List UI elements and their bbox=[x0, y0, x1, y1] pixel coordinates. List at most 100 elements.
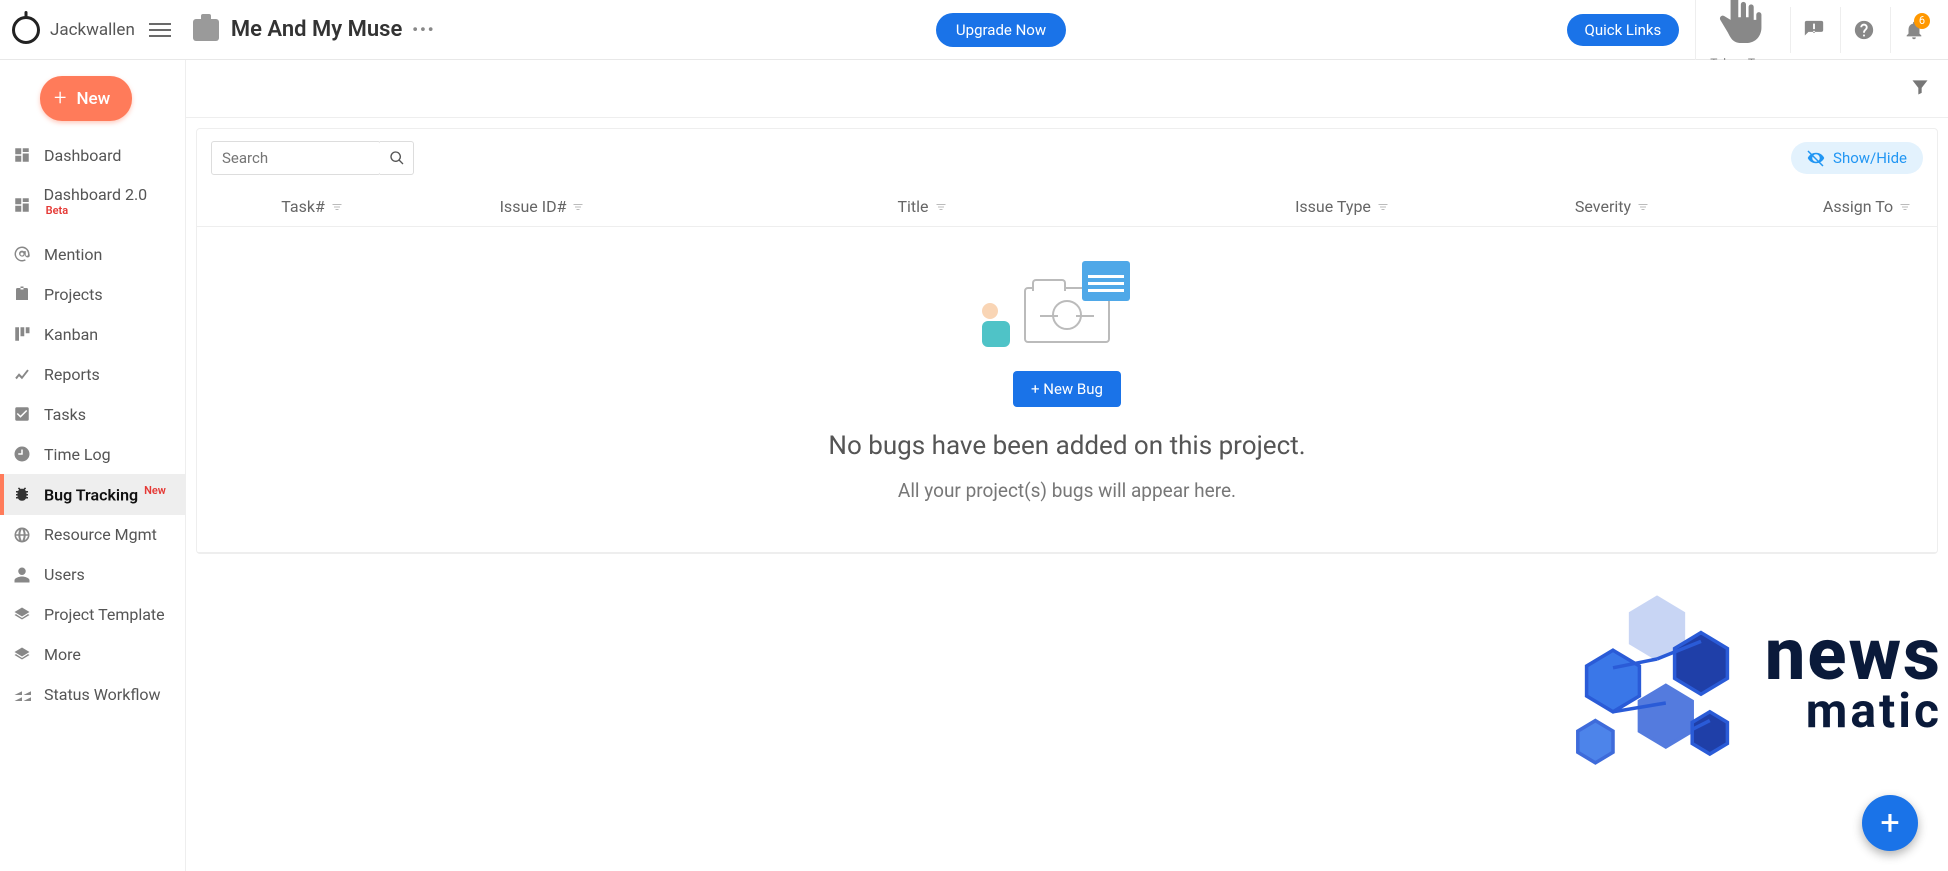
briefcase-icon bbox=[193, 19, 219, 41]
sidebar-item-kanban[interactable]: Kanban bbox=[0, 314, 185, 354]
empty-title: No bugs have been added on this project. bbox=[197, 431, 1937, 461]
kanban-icon bbox=[12, 324, 32, 344]
hex-network-icon bbox=[1569, 587, 1745, 775]
sidebar-item-more[interactable]: More bbox=[0, 635, 185, 675]
hand-pointer-icon bbox=[1710, 0, 1772, 56]
projects-icon bbox=[12, 284, 32, 304]
sidebar-item-timelog[interactable]: Time Log bbox=[0, 434, 185, 474]
sidebar-item-resource[interactable]: Resource Mgmt bbox=[0, 515, 185, 555]
sort-icon bbox=[1899, 201, 1911, 213]
sidebar-item-dashboard2[interactable]: Dashboard 2.0 Beta bbox=[0, 175, 185, 234]
fab-add-button[interactable]: + bbox=[1862, 795, 1918, 851]
sidebar-item-label: Projects bbox=[44, 285, 103, 304]
column-assignto[interactable]: Assign To bbox=[1727, 197, 1948, 216]
sidebar-item-label: Kanban bbox=[44, 325, 98, 344]
empty-illustration bbox=[1024, 287, 1110, 343]
notification-badge: 6 bbox=[1914, 13, 1930, 29]
column-title[interactable]: Title bbox=[657, 197, 1187, 216]
search-icon bbox=[389, 150, 405, 166]
sidebar-item-label: Project Template bbox=[44, 605, 165, 624]
sidebar-item-bugtracking[interactable]: Bug Tracking New bbox=[0, 474, 185, 514]
filter-icon[interactable] bbox=[1904, 71, 1936, 107]
sidebar-item-template[interactable]: Project Template bbox=[0, 595, 185, 635]
app-logo-icon bbox=[12, 16, 40, 44]
show-hide-button[interactable]: Show/Hide bbox=[1791, 142, 1923, 174]
sidebar-item-label: Mention bbox=[44, 245, 102, 264]
column-task[interactable]: Task# bbox=[197, 197, 427, 216]
bug-icon bbox=[12, 484, 32, 504]
column-issuetype[interactable]: Issue Type bbox=[1187, 197, 1497, 216]
show-hide-label: Show/Hide bbox=[1833, 149, 1907, 167]
project-title: Me And My Muse bbox=[231, 17, 402, 42]
search-row: Show/Hide bbox=[197, 129, 1937, 187]
toolbar bbox=[186, 60, 1948, 118]
project-more-icon[interactable]: ••• bbox=[412, 20, 435, 39]
new-tag: New bbox=[144, 484, 166, 497]
watermark-line1: news bbox=[1765, 623, 1942, 688]
search-input[interactable] bbox=[211, 141, 381, 175]
main-area: Show/Hide Task# Issue ID# Title Issue Ty… bbox=[186, 60, 1948, 871]
layers-icon bbox=[12, 645, 32, 665]
content-card: Show/Hide Task# Issue ID# Title Issue Ty… bbox=[196, 128, 1938, 554]
sort-icon bbox=[1637, 201, 1649, 213]
document-icon bbox=[1082, 261, 1130, 301]
dashboard-icon bbox=[12, 145, 32, 165]
layers-icon bbox=[12, 605, 32, 625]
sidebar-item-label: Bug Tracking bbox=[44, 486, 138, 505]
new-button-label: New bbox=[76, 89, 110, 109]
sidebar-item-label: Resource Mgmt bbox=[44, 525, 157, 544]
sort-icon bbox=[1377, 201, 1389, 213]
workflow-icon bbox=[12, 685, 32, 705]
sidebar-nav: Dashboard Dashboard 2.0 Beta Mention Pro… bbox=[0, 135, 185, 715]
search-button[interactable] bbox=[380, 141, 414, 175]
user-icon bbox=[12, 565, 32, 585]
quick-links-button[interactable]: Quick Links bbox=[1567, 14, 1680, 46]
clock-icon bbox=[12, 444, 32, 464]
bug-outline-icon bbox=[1052, 300, 1082, 330]
sidebar-item-label: Dashboard 2.0 bbox=[44, 185, 148, 204]
sidebar-item-dashboard[interactable]: Dashboard bbox=[0, 135, 185, 175]
sidebar-item-label: Status Workflow bbox=[44, 685, 161, 704]
sidebar-item-label: Tasks bbox=[44, 405, 86, 424]
sidebar: + New Dashboard Dashboard 2.0 Beta Menti… bbox=[0, 60, 186, 871]
help-icon[interactable] bbox=[1840, 7, 1886, 53]
sidebar-item-label: Dashboard bbox=[44, 146, 121, 165]
empty-subtitle: All your project(s) bugs will appear her… bbox=[197, 479, 1937, 502]
sidebar-item-mention[interactable]: Mention bbox=[0, 234, 185, 274]
mention-icon bbox=[12, 244, 32, 264]
sidebar-item-label: Users bbox=[44, 565, 85, 584]
new-bug-button[interactable]: + New Bug bbox=[1013, 371, 1121, 407]
new-button[interactable]: + New bbox=[40, 76, 132, 121]
sidebar-item-label: Reports bbox=[44, 365, 100, 384]
folder-icon bbox=[1024, 287, 1110, 343]
beta-tag: Beta bbox=[46, 204, 69, 217]
watermark-text: news matic bbox=[1765, 623, 1942, 739]
globe-icon bbox=[12, 525, 32, 545]
sidebar-item-reports[interactable]: Reports bbox=[0, 354, 185, 394]
notifications-icon[interactable]: 6 bbox=[1890, 7, 1936, 53]
sort-icon bbox=[572, 201, 584, 213]
top-center: Upgrade Now bbox=[436, 13, 1567, 47]
sort-icon bbox=[331, 201, 343, 213]
search-group bbox=[211, 141, 414, 175]
top-bar: Jackwallen Me And My Muse ••• Upgrade No… bbox=[0, 0, 1948, 60]
upgrade-button[interactable]: Upgrade Now bbox=[936, 13, 1066, 47]
table-header: Task# Issue ID# Title Issue Type Severit… bbox=[197, 187, 1937, 227]
sort-icon bbox=[935, 201, 947, 213]
sidebar-item-projects[interactable]: Projects bbox=[0, 274, 185, 314]
sidebar-item-tasks[interactable]: Tasks bbox=[0, 394, 185, 434]
sidebar-item-users[interactable]: Users bbox=[0, 555, 185, 595]
menu-toggle-icon[interactable] bbox=[149, 23, 171, 37]
column-issueid[interactable]: Issue ID# bbox=[427, 197, 657, 216]
sidebar-item-label: More bbox=[44, 645, 81, 664]
sidebar-item-workflow[interactable]: Status Workflow bbox=[0, 675, 185, 715]
column-severity[interactable]: Severity bbox=[1497, 197, 1727, 216]
empty-state: + New Bug No bugs have been added on thi… bbox=[197, 227, 1937, 553]
tasks-icon bbox=[12, 404, 32, 424]
sidebar-item-label: Time Log bbox=[44, 445, 111, 464]
username-label: Jackwallen bbox=[50, 20, 135, 40]
dashboard2-icon bbox=[12, 195, 32, 215]
person-icon bbox=[982, 303, 1010, 347]
eye-off-icon bbox=[1807, 149, 1825, 167]
feedback-icon[interactable] bbox=[1790, 7, 1836, 53]
